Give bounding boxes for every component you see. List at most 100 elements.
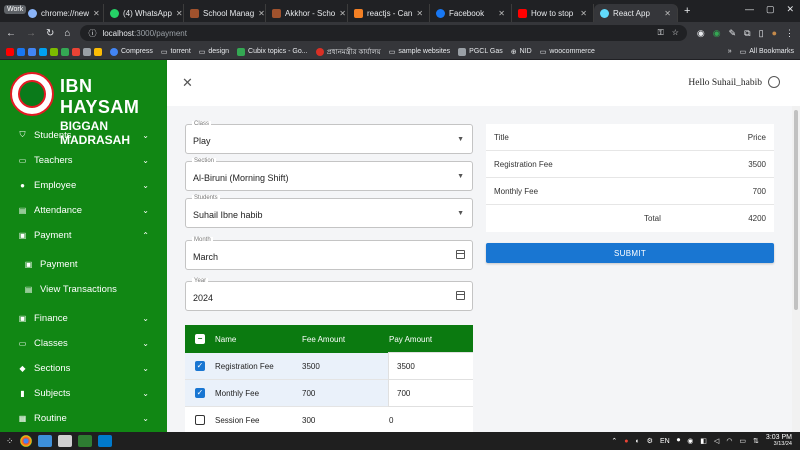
extension-icon[interactable]: ◉ (713, 28, 721, 39)
row-checkbox[interactable]: ✓ (195, 388, 205, 398)
browser-tab[interactable]: (4) WhatsApp ✕ (104, 4, 184, 22)
sidebar-item-attendance[interactable]: ▤ Attendance ⌄ (0, 200, 167, 220)
user-account-icon[interactable] (768, 76, 780, 88)
month-picker[interactable]: Month March (185, 237, 473, 270)
bookmark-favicon-icon[interactable] (39, 47, 47, 56)
browser-tab[interactable]: Akkhor - Scho ✕ (266, 4, 348, 22)
close-tab-icon[interactable]: ✕ (93, 9, 100, 18)
class-select[interactable]: Class Play ▼ (185, 121, 473, 154)
minimize-icon[interactable]: — (745, 4, 754, 15)
close-tab-icon[interactable]: ✕ (176, 9, 183, 18)
year-picker[interactable]: Year 2024 (185, 278, 473, 311)
bookmark-item[interactable]: Cubix topics - Go... (237, 47, 308, 56)
browser-tab-active[interactable]: React App ✕ (594, 4, 678, 22)
vscode-icon[interactable] (97, 435, 112, 447)
sidebar-item-finance[interactable]: ▣ Finance ⌄ (0, 308, 167, 328)
maximize-icon[interactable]: ▢ (766, 4, 775, 15)
start-icon[interactable]: ⁘ (6, 436, 14, 447)
site-info-icon[interactable]: ⓘ (88, 28, 96, 39)
bookmark-folder[interactable]: ▭ design (199, 48, 229, 56)
close-tab-icon[interactable]: ✕ (416, 9, 423, 18)
sidebar-item-subjects[interactable]: ▮ Subjects ⌄ (0, 383, 167, 403)
bookmark-item[interactable]: Compress (110, 47, 153, 56)
bookmark-star-icon[interactable]: ☆ (672, 28, 679, 38)
select-all-checkbox[interactable]: − (195, 334, 205, 344)
student-select[interactable]: Students Suhail Ibne habib ▼ (185, 195, 473, 228)
menu-icon[interactable]: ⋮ (785, 28, 794, 39)
sidebar-item-sections[interactable]: ◆ Sections ⌄ (0, 358, 167, 378)
table-row[interactable]: Session Fee 300 0 (185, 407, 473, 434)
wifi-icon[interactable]: ◠ (726, 437, 732, 445)
extension-icon[interactable]: ◉ (697, 28, 705, 39)
sidebar-item-students[interactable]: ⛉ Students ⌄ (0, 125, 167, 145)
browser-tab[interactable]: reactjs - Can ✕ (348, 4, 430, 22)
browser-tab[interactable]: chrome://new ✕ (22, 4, 104, 22)
browser-tab[interactable]: School Manag ✕ (184, 4, 266, 22)
all-bookmarks-button[interactable]: ▭ All Bookmarks (740, 48, 794, 56)
submit-button[interactable]: SUBMIT (486, 243, 774, 263)
bookmark-item[interactable]: ⊕ NID (511, 48, 532, 56)
browser-tab[interactable]: Facebook ✕ (430, 4, 512, 22)
more-bookmarks-button[interactable]: » (728, 48, 732, 55)
bookmark-favicon-icon[interactable] (72, 47, 80, 56)
youtube-icon[interactable] (6, 47, 14, 56)
url-field[interactable]: ⓘ localhost:3000/payment ⚿ ☆ (80, 25, 687, 41)
bookmark-favicon-icon[interactable] (61, 47, 69, 56)
files-icon[interactable] (57, 435, 72, 447)
tray-app-icon[interactable]: ◉ (687, 437, 693, 445)
bookmark-folder[interactable]: ▭ woocommerce (540, 48, 595, 56)
close-tab-icon[interactable]: ✕ (664, 9, 671, 18)
back-icon[interactable]: ← (6, 28, 16, 39)
close-tab-icon[interactable]: ✕ (580, 9, 587, 18)
new-tab-button[interactable]: + (678, 5, 696, 17)
calendar-icon[interactable] (456, 291, 465, 300)
sidebar-item-routine[interactable]: ▦ Routine ⌄ (0, 408, 167, 428)
close-sidebar-button[interactable]: ✕ (182, 75, 193, 91)
table-row[interactable]: ✓ Monthly Fee 700 700 (185, 380, 473, 407)
bookmark-folder[interactable]: ▭ sample websites (389, 48, 450, 56)
pay-amount-input[interactable]: 0 (389, 407, 473, 433)
puzzle-icon[interactable]: ⧉ (744, 28, 750, 39)
sidebar-item-teachers[interactable]: ▭ Teachers ⌄ (0, 150, 167, 170)
bookmark-item[interactable]: PGCL Gas (458, 47, 503, 56)
profile-avatar[interactable]: ● (772, 28, 777, 39)
close-window-icon[interactable]: ✕ (786, 4, 794, 15)
browser-tab[interactable]: How to stop ✕ (512, 4, 594, 22)
row-checkbox[interactable] (195, 415, 205, 425)
workspace-badge[interactable]: Work (4, 5, 27, 14)
section-select[interactable]: Section Al-Biruni (Morning Shift) ▼ (185, 158, 473, 191)
pen-icon[interactable]: ✎ (729, 28, 737, 39)
language-indicator[interactable]: EN (660, 438, 670, 445)
bookmark-favicon-icon[interactable] (28, 47, 36, 56)
settings-icon[interactable]: ⚙ (647, 437, 653, 445)
chrome-tray-icon[interactable]: ● (624, 438, 628, 445)
clock[interactable]: 3:03 PM 3/13/24 (766, 434, 792, 448)
close-tab-icon[interactable]: ✕ (339, 9, 346, 18)
calendar-icon[interactable] (456, 250, 465, 259)
facebook-icon[interactable] (17, 47, 25, 56)
bookmark-favicon-icon[interactable] (83, 47, 91, 56)
sidebar-subitem-view-transactions[interactable]: ▤ View Transactions (0, 279, 167, 299)
sidebar-subitem-payment[interactable]: ▣ Payment (0, 254, 167, 274)
close-tab-icon[interactable]: ✕ (498, 9, 505, 18)
forward-icon[interactable]: → (26, 28, 36, 39)
tray-app-icon[interactable]: ◐ (635, 438, 639, 445)
close-tab-icon[interactable]: ✕ (258, 9, 265, 18)
chrome-icon[interactable] (19, 435, 32, 447)
pay-amount-input[interactable]: 700 (389, 380, 473, 406)
table-row[interactable]: ✓ Registration Fee 3500 3500 (185, 353, 473, 380)
volume-icon[interactable]: ◁ (714, 437, 719, 445)
sidebar-item-employee[interactable]: ● Employee ⌄ (0, 175, 167, 195)
tray-app-icon[interactable]: ◧ (700, 437, 707, 445)
row-checkbox[interactable]: ✓ (195, 361, 205, 371)
bookmark-item[interactable]: প্রধানমন্ত্রীর কার্যালয় (315, 46, 381, 58)
sidepanel-icon[interactable]: ▯ (759, 28, 764, 39)
page-scrollbar[interactable] (792, 106, 800, 432)
media-icon[interactable]: ⏺ (677, 437, 681, 445)
pay-amount-input[interactable]: 3500 (389, 353, 473, 379)
terminal-icon[interactable] (77, 435, 92, 447)
file-manager-icon[interactable] (37, 435, 52, 447)
bookmark-folder[interactable]: ▭ torrent (161, 48, 191, 56)
key-icon[interactable]: ⚿ (658, 28, 664, 38)
bookmark-favicon-icon[interactable] (50, 47, 58, 56)
